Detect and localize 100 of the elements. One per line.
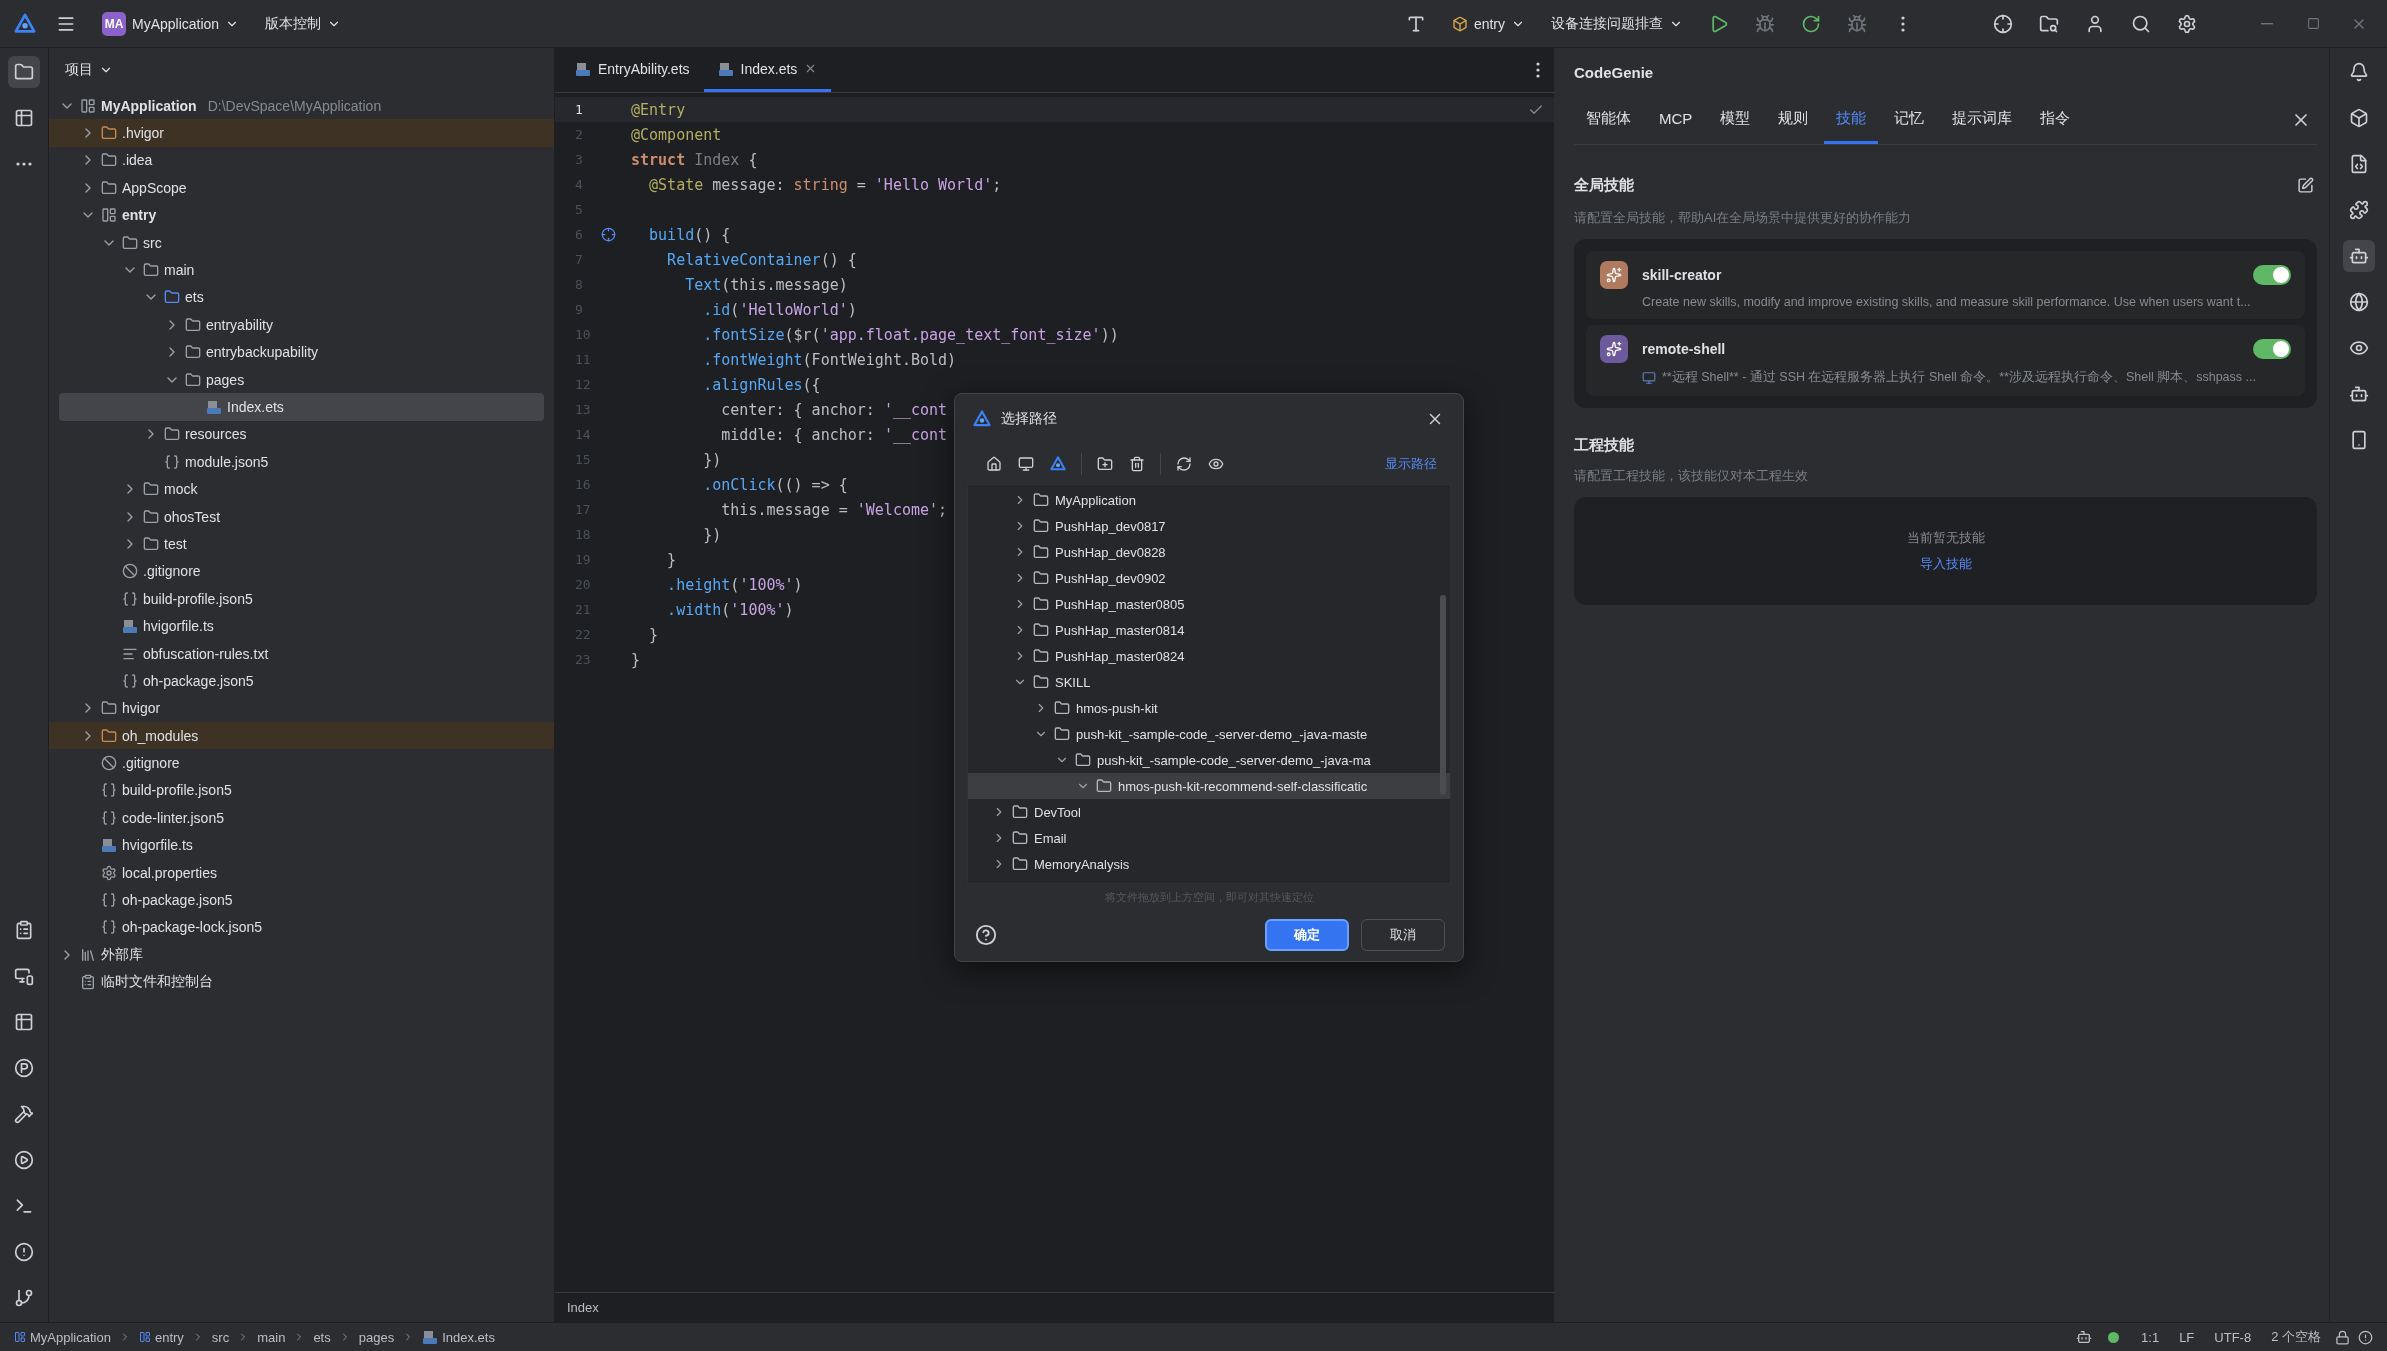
tree-item[interactable]: 临时文件和控制台 <box>49 968 554 996</box>
tree-item-label: build-profile.json5 <box>143 590 253 607</box>
braces-icon <box>164 453 180 470</box>
show-path-link[interactable]: 显示路径 <box>1385 455 1437 473</box>
help-button[interactable] <box>973 922 999 948</box>
cursor-position[interactable]: 1:1 <box>2141 1329 2160 1345</box>
breadcrumb-item[interactable]: main <box>257 1329 286 1345</box>
tree-item[interactable]: entrybackupability <box>49 338 554 366</box>
code-line: Text(this.message) <box>684 275 848 294</box>
folder-item[interactable]: SKILL <box>968 669 1450 695</box>
code-line: } <box>631 650 641 669</box>
code-line: middle: { anchor: '__cont <box>720 425 948 444</box>
encoding[interactable]: UTF-8 <box>2214 1329 2252 1345</box>
folder-item[interactable]: PushHap_dev0828 <box>968 539 1450 565</box>
tree-item[interactable]: hvigorfile.ts <box>49 612 554 640</box>
tree-item[interactable]: AppScope <box>49 174 554 202</box>
folder-item[interactable]: Email <box>968 825 1450 851</box>
tree-item[interactable]: oh-package.json5 <box>49 667 554 695</box>
panel-tab[interactable]: 规则 <box>1766 96 1821 144</box>
folder-item[interactable]: MemoryAnalysis <box>968 851 1450 877</box>
tree-item[interactable]: .hvigor <box>49 119 554 147</box>
tree-item[interactable]: hvigorfile.ts <box>49 831 554 859</box>
tree-item[interactable]: local.properties <box>49 858 554 887</box>
vcs-dropdown[interactable]: 版本控制 <box>259 10 348 37</box>
folder-icon <box>101 152 117 169</box>
folder-item[interactable]: DevTool <box>968 799 1450 825</box>
tree-item[interactable]: oh_modules <box>49 722 554 750</box>
folder-item[interactable]: PushHap_master0824 <box>968 643 1450 669</box>
folder-icon <box>185 371 201 388</box>
tree-item[interactable]: .gitignore <box>49 749 554 777</box>
tree-item[interactable]: src <box>49 228 554 257</box>
panel-tab[interactable]: 指令 <box>2028 96 2083 144</box>
folder-label: hmos-push-kit-recommend-self-classificatic <box>1118 778 1368 794</box>
import-link[interactable]: 导入技能 <box>1919 555 1972 573</box>
folder-item[interactable]: MyApplication <box>968 487 1450 513</box>
breadcrumb-item[interactable]: entry <box>138 1329 184 1345</box>
breadcrumb-item[interactable]: MyApplication <box>14 1329 111 1345</box>
project-dropdown[interactable]: MA MyApplication <box>96 7 246 40</box>
tree-item[interactable]: entry <box>49 201 554 229</box>
tree-item[interactable]: test <box>49 530 554 558</box>
tree-item[interactable]: .idea <box>49 146 554 175</box>
tree-item[interactable]: oh-package.json5 <box>49 886 554 914</box>
tree-item[interactable]: hvigor <box>49 694 554 722</box>
editor-tab[interactable]: Index.ets <box>703 48 832 92</box>
project-view-dropdown[interactable]: 项目 <box>59 57 119 83</box>
tree-item[interactable]: build-profile.json5 <box>49 585 554 613</box>
editor-tab[interactable]: EntryAbility.ets <box>561 48 704 92</box>
code-line: }) <box>702 450 722 469</box>
clipboard-icon <box>14 920 34 940</box>
folder-icon <box>1033 596 1049 612</box>
panel-tab[interactable]: 智能体 <box>1574 96 1643 144</box>
tree-item[interactable]: build-profile.json5 <box>49 776 554 805</box>
tree-item[interactable]: entryability <box>49 311 554 339</box>
tree-item[interactable]: main <box>49 256 554 284</box>
tree-item[interactable]: .gitignore <box>49 557 554 586</box>
tree-item[interactable]: ets <box>49 283 554 312</box>
folder-item[interactable]: PushHap_master0814 <box>968 617 1450 643</box>
tree-item[interactable]: ohosTest <box>49 502 554 531</box>
scrollbar-thumb[interactable] <box>1440 595 1446 795</box>
folder-item[interactable]: PushHap_dev0817 <box>968 513 1450 539</box>
tree-item[interactable]: code-linter.json5 <box>49 804 554 832</box>
project-tool-button[interactable] <box>8 56 40 88</box>
breadcrumb-item[interactable]: pages <box>358 1329 395 1345</box>
folder-item[interactable]: hmos-push-kit-recommend-self-classificatic <box>968 773 1450 799</box>
skill-toggle[interactable] <box>2253 339 2291 359</box>
tree-item[interactable]: mock <box>49 475 554 503</box>
breadcrumb-item[interactable]: ets <box>313 1329 331 1345</box>
indent-setting[interactable]: 2 个空格 <box>2271 1328 2321 1346</box>
skill-toggle[interactable] <box>2253 265 2291 285</box>
folder-item[interactable]: push-kit_-sample-code_-server-demo_-java-maste <box>968 721 1450 747</box>
tree-item-label: module.json5 <box>185 453 269 470</box>
editor-breadcrumb[interactable]: Index <box>567 1300 599 1315</box>
ok-button[interactable]: 确定 <box>1265 919 1349 951</box>
run-config-dropdown[interactable]: entry <box>1445 11 1531 36</box>
tree-item[interactable]: MyApplication D:\DevSpace\MyApplication <box>49 92 554 120</box>
panel-tab[interactable]: 模型 <box>1708 96 1763 144</box>
panel-tab[interactable]: 技能 <box>1824 96 1879 144</box>
codegenie-button[interactable] <box>2342 240 2375 272</box>
panel-tab[interactable]: MCP <box>1647 96 1705 144</box>
tree-item[interactable]: 外部库 <box>49 941 554 969</box>
tree-item[interactable]: Index.ets <box>59 393 544 421</box>
dialog-title: 选择路径 <box>1001 410 1058 428</box>
cancel-button[interactable]: 取消 <box>1361 919 1445 951</box>
folder-item[interactable]: hmos-push-kit <box>968 695 1450 721</box>
folder-icon <box>14 62 34 82</box>
tree-item[interactable]: module.json5 <box>49 448 554 476</box>
line-ending[interactable]: LF <box>2179 1329 2195 1345</box>
folder-item[interactable]: PushHap_master0805 <box>968 591 1450 617</box>
robot-icon <box>2348 384 2369 404</box>
tree-item[interactable]: oh-package-lock.json5 <box>49 913 554 942</box>
breadcrumb-item[interactable]: src <box>211 1329 230 1345</box>
panel-tab[interactable]: 记忆 <box>1882 96 1937 144</box>
tree-item[interactable]: pages <box>49 365 554 394</box>
tree-item[interactable]: obfuscation-rules.txt <box>49 639 554 668</box>
tree-item[interactable]: resources <box>49 420 554 449</box>
panel-tab[interactable]: 提示词库 <box>1940 96 2025 144</box>
folder-item[interactable]: PushHap_dev0902 <box>968 565 1450 591</box>
folder-item[interactable]: push-kit_-sample-code_-server-demo_-java-ma <box>968 747 1450 773</box>
device-dropdown[interactable]: 设备连接问题排查 <box>1545 10 1689 37</box>
breadcrumb-item[interactable]: Index.ets <box>422 1329 495 1345</box>
